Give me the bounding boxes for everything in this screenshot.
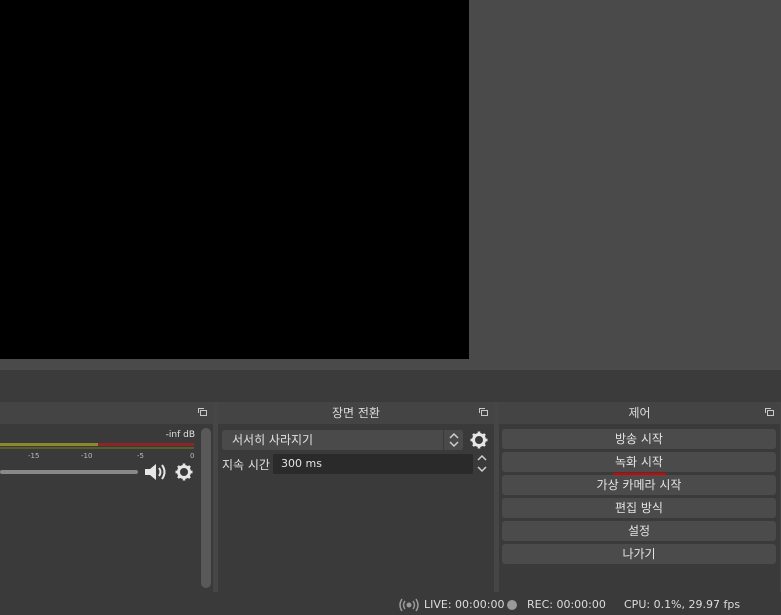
- mixer-scrollbar[interactable]: [201, 428, 211, 588]
- speaker-icon[interactable]: [143, 462, 167, 482]
- spin-up-icon[interactable]: [475, 453, 489, 463]
- transition-select[interactable]: 서서히 사라지기: [222, 430, 463, 450]
- start-virtual-camera-button[interactable]: 가상 카메라 시작: [502, 475, 776, 495]
- meter-tick: 0: [190, 452, 195, 460]
- preview-canvas[interactable]: [0, 0, 469, 359]
- float-icon[interactable]: [765, 408, 774, 416]
- float-icon[interactable]: [479, 408, 488, 416]
- record-dot-icon: [507, 600, 517, 610]
- controls-dock-title: 제어: [499, 402, 780, 424]
- float-icon[interactable]: [198, 408, 207, 416]
- start-recording-button[interactable]: 녹화 시작: [502, 452, 776, 472]
- rec-timer: REC: 00:00:00: [527, 598, 606, 611]
- meter-tick: -15: [28, 452, 40, 460]
- volume-slider[interactable]: [0, 470, 138, 474]
- audio-mixer-dock: -inf dB: [0, 402, 213, 592]
- volume-meter-low: [0, 443, 98, 446]
- dock-separator[interactable]: [0, 370, 781, 402]
- studio-mode-button[interactable]: 편집 방식: [502, 498, 776, 518]
- exit-button[interactable]: 나가기: [502, 544, 776, 564]
- meter-tick: -10: [81, 452, 93, 460]
- live-signal-icon: [399, 598, 419, 612]
- duration-label: 지속 시간: [222, 458, 270, 472]
- mixer-dock-title: [0, 402, 213, 424]
- gear-icon[interactable]: [175, 463, 193, 481]
- spin-down-icon[interactable]: [475, 464, 489, 474]
- duration-input[interactable]: 300 ms: [273, 454, 473, 474]
- meter-tick: -5: [137, 452, 144, 460]
- live-timer: LIVE: 00:00:00: [424, 598, 505, 611]
- volume-meter-high: [98, 443, 194, 446]
- settings-button[interactable]: 설정: [502, 521, 776, 541]
- transition-dock-title: 장면 전환: [218, 402, 494, 424]
- chevron-up-down-icon[interactable]: [443, 430, 464, 450]
- start-streaming-button[interactable]: 방송 시작: [502, 429, 776, 449]
- volume-meter-peak: [0, 447, 194, 449]
- cpu-fps-readout: CPU: 0.1%, 29.97 fps: [624, 598, 741, 611]
- db-readout: -inf dB: [165, 430, 195, 440]
- gear-icon[interactable]: [470, 431, 488, 449]
